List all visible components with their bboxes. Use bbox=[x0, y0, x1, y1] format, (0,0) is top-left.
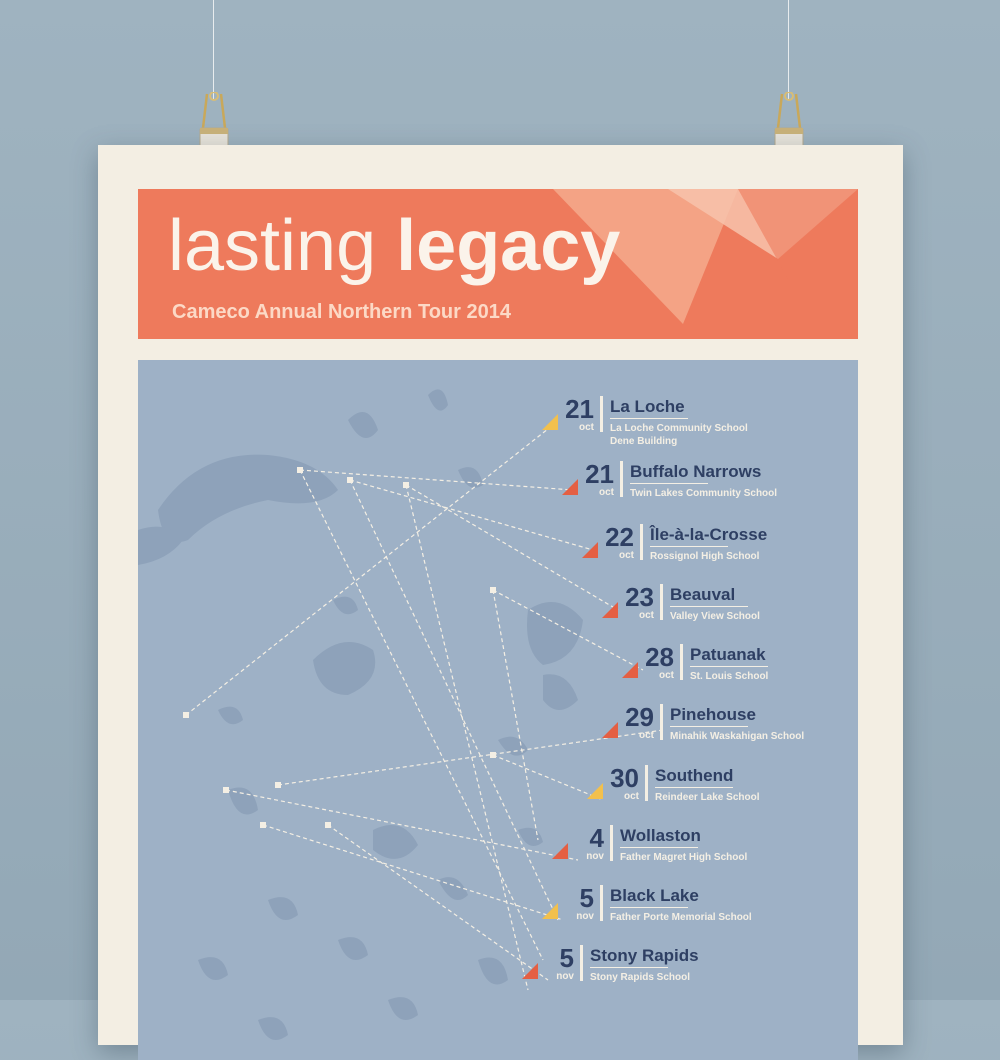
stop-divider bbox=[620, 461, 623, 497]
stop-month: oct bbox=[659, 670, 674, 681]
stop-venue: Stony Rapids School bbox=[590, 972, 690, 985]
stop-venue-line: Twin Lakes Community School bbox=[630, 488, 778, 499]
stop-month: nov bbox=[556, 971, 574, 982]
stop-venue-line: Father Magret High School bbox=[620, 852, 748, 863]
stop-town: Patuanak bbox=[690, 645, 766, 664]
stop-town: Stony Rapids bbox=[590, 946, 699, 965]
stop-day: 21 bbox=[585, 459, 614, 489]
stop-day: 5 bbox=[579, 883, 594, 913]
stop-underline bbox=[610, 418, 688, 419]
stop-month: oct bbox=[639, 610, 654, 621]
stop-venue-line: Minahik Waskahigan School bbox=[670, 731, 805, 742]
poster: lasting legacy Cameco Annual Northern To… bbox=[98, 145, 903, 1060]
stop-underline bbox=[590, 967, 668, 968]
stop-town: Southend bbox=[655, 766, 734, 785]
stop-day: 21 bbox=[565, 394, 594, 424]
stop-month: oct bbox=[619, 550, 634, 561]
stop-venue-line: St. Louis School bbox=[690, 671, 769, 682]
stop-venue-line: Reindeer Lake School bbox=[655, 792, 760, 803]
stop-venue: Father Porte Memorial School bbox=[610, 912, 752, 925]
stop-town: Île-à-la-Crosse bbox=[650, 525, 768, 544]
stop-day: 22 bbox=[605, 522, 634, 552]
stop-day: 4 bbox=[589, 823, 604, 853]
stop-underline bbox=[650, 546, 728, 547]
stop-venue-line: Dene Building bbox=[610, 435, 678, 447]
stop-venue-line: Rossignol High School bbox=[650, 551, 760, 562]
stop-venue: Reindeer Lake School bbox=[655, 792, 759, 805]
stop-venue-line: Stony Rapids School bbox=[590, 972, 691, 983]
stop-divider bbox=[580, 945, 583, 981]
stop-underline bbox=[630, 483, 708, 484]
hanging-string-left bbox=[213, 0, 214, 100]
stop-venue-line: La Loche Community School bbox=[610, 423, 748, 434]
stop-month: oct bbox=[599, 487, 614, 498]
stop-day: 28 bbox=[645, 642, 674, 672]
stop-divider bbox=[680, 644, 683, 680]
stop-town: Buffalo Narrows bbox=[630, 462, 762, 481]
stop-town: Pinehouse bbox=[670, 705, 756, 724]
poster-subtitle: Cameco Annual Northern Tour 2014 bbox=[172, 301, 511, 323]
stop-venue: Valley View School bbox=[670, 611, 760, 624]
stop-month: oct bbox=[639, 730, 654, 741]
stop-town: La Loche bbox=[610, 397, 685, 416]
stop-venue: St. Louis School bbox=[690, 671, 768, 684]
stop-divider bbox=[600, 885, 603, 921]
stop-month: oct bbox=[624, 791, 639, 802]
stop-underline bbox=[670, 726, 748, 727]
poster-title: lasting legacy bbox=[168, 206, 621, 286]
stop-day: 29 bbox=[625, 702, 654, 732]
stop-underline bbox=[690, 666, 768, 667]
stop-venue: Minahik Waskahigan School bbox=[670, 731, 804, 744]
stop-day: 23 bbox=[625, 582, 654, 612]
stop-underline bbox=[620, 847, 698, 848]
stop-month: nov bbox=[576, 911, 594, 922]
stop-divider bbox=[600, 396, 603, 432]
stop-town: Wollaston bbox=[620, 826, 701, 845]
stop-divider bbox=[610, 825, 613, 861]
stop-divider bbox=[660, 704, 663, 740]
stop-divider bbox=[660, 584, 663, 620]
stop-venue-line: Valley View School bbox=[670, 611, 760, 622]
stop-month: nov bbox=[586, 851, 604, 862]
tour-map: 21 oct La Loche La Loche Community School De… bbox=[138, 360, 858, 1060]
stop-venue: Twin Lakes Community School bbox=[630, 488, 777, 501]
stop-venue-line: Father Porte Memorial School bbox=[610, 912, 752, 923]
stop-divider bbox=[645, 765, 648, 801]
stop-month: oct bbox=[579, 422, 594, 433]
hanging-string-right bbox=[788, 0, 789, 100]
stop-venue: La Loche Community School Dene Building bbox=[610, 423, 748, 448]
stop-town: Beauval bbox=[670, 585, 736, 604]
title-banner: lasting legacy Cameco Annual Northern To… bbox=[138, 189, 858, 339]
stop-venue: Rossignol High School bbox=[650, 551, 759, 564]
stop-day: 30 bbox=[610, 763, 639, 793]
stop-underline bbox=[670, 606, 748, 607]
stop-day: 5 bbox=[559, 943, 574, 973]
stop-divider bbox=[640, 524, 643, 560]
stop-venue: Father Magret High School bbox=[620, 852, 747, 865]
stop-underline bbox=[655, 787, 733, 788]
stop-underline bbox=[610, 907, 688, 908]
stop-town: Black Lake bbox=[610, 886, 699, 905]
